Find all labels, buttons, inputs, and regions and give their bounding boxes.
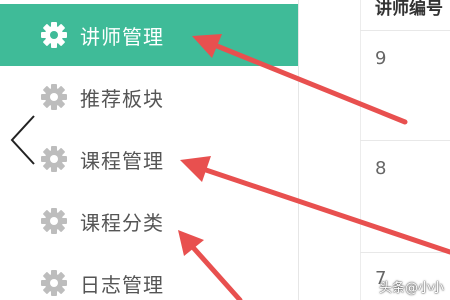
table-row-divider	[360, 30, 450, 31]
sidebar-item-log-management[interactable]: 日志管理	[0, 252, 298, 300]
sidebar-item-label: 讲师管理	[80, 24, 164, 49]
gear-icon	[38, 205, 70, 237]
watermark: 头条@小小	[378, 281, 444, 296]
table-cell-lecturer-id: 9	[375, 48, 387, 69]
table-column-divider	[360, 0, 361, 300]
screenshot-frame: 讲师管理 推荐板块 课程管理 课程分类 日志管理 讲师编号 9 8 7 头条@小…	[0, 0, 450, 300]
table-header-lecturer-id: 讲师编号	[375, 0, 443, 19]
sidebar-item-label: 日志管理	[80, 272, 164, 297]
sidebar-item-label: 课程管理	[80, 148, 164, 173]
sidebar-item-lecturer-management[interactable]: 讲师管理	[0, 4, 298, 66]
sidebar-item-label: 推荐板块	[80, 86, 164, 111]
sidebar-item-course-category[interactable]: 课程分类	[0, 190, 298, 252]
sidebar-item-label: 课程分类	[80, 210, 164, 235]
sidebar-divider	[298, 0, 299, 300]
gear-icon	[38, 143, 70, 175]
table-row-divider	[360, 140, 450, 141]
sidebar-item-course-management[interactable]: 课程管理	[0, 128, 298, 190]
sidebar: 讲师管理 推荐板块 课程管理 课程分类 日志管理	[0, 0, 298, 300]
chevron-left-icon[interactable]	[6, 112, 42, 168]
gear-icon	[38, 267, 70, 299]
gear-icon	[38, 81, 70, 113]
gear-icon	[38, 19, 70, 51]
sidebar-item-recommend-section[interactable]: 推荐板块	[0, 66, 298, 128]
table-row-divider	[360, 252, 450, 253]
table-cell-lecturer-id: 8	[375, 158, 387, 179]
